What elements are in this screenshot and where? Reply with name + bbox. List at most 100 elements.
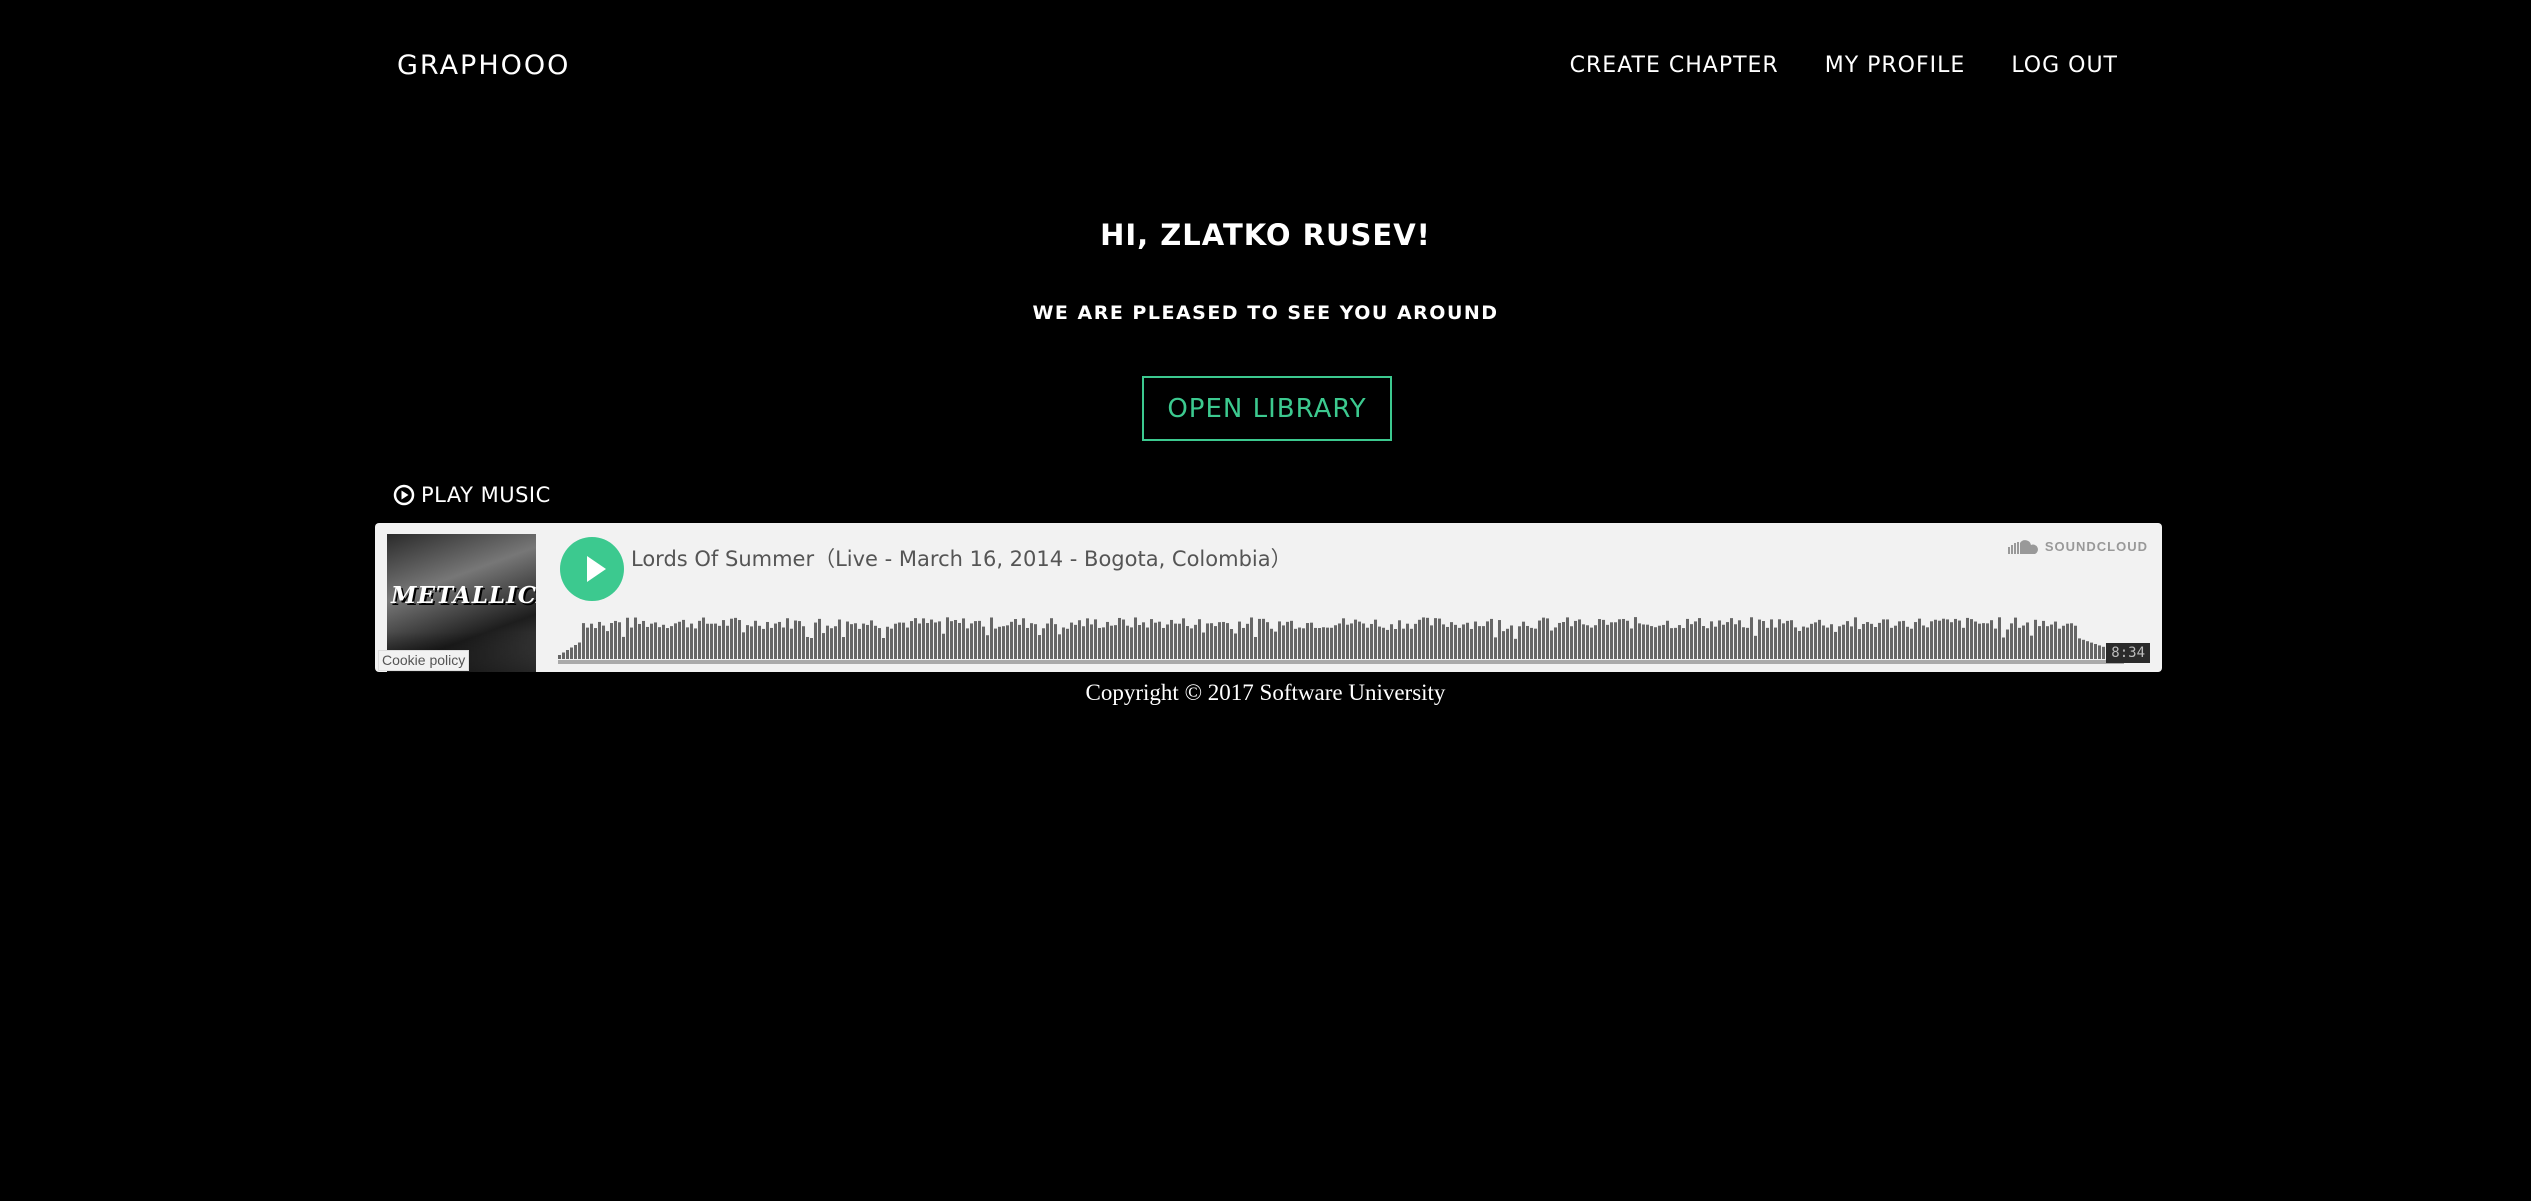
- greeting-heading: HI, ZLATKO RUSEV!: [1100, 218, 1431, 252]
- waveform-bar: [1154, 622, 1157, 659]
- waveform-bar: [882, 638, 885, 659]
- waveform-bar: [1862, 623, 1865, 659]
- waveform-bar: [1030, 623, 1033, 659]
- waveform-bar: [1066, 628, 1069, 659]
- waveform-bar: [1926, 627, 1929, 659]
- waveform-bar: [1698, 618, 1701, 659]
- waveform-bar: [642, 620, 645, 659]
- waveform-bar: [754, 620, 757, 659]
- track-title[interactable]: Lords Of Summer（Live - March 16, 2014 - …: [631, 543, 1292, 573]
- waveform-bar: [778, 621, 781, 659]
- waveform-bar: [1334, 625, 1337, 659]
- waveform-bar: [1254, 636, 1257, 659]
- play-icon: [587, 556, 606, 582]
- waveform-bar: [1070, 622, 1073, 659]
- play-button[interactable]: [560, 537, 624, 601]
- waveform-bar: [690, 623, 693, 659]
- waveform-bar: [1554, 627, 1557, 659]
- waveform-bar: [806, 636, 809, 659]
- waveform-bar: [1838, 626, 1841, 659]
- nav-my-profile[interactable]: MY PROFILE: [1825, 53, 1966, 78]
- waveform-bar: [2086, 641, 2089, 659]
- waveform-bar: [1490, 618, 1493, 659]
- waveform-bar: [1494, 637, 1497, 659]
- waveform-bar: [718, 625, 721, 659]
- waveform-bar: [1658, 625, 1661, 659]
- open-library-button[interactable]: OPEN LIBRARY: [1142, 376, 1392, 441]
- nav-create-chapter[interactable]: CREATE CHAPTER: [1570, 53, 1779, 78]
- waveform-bar: [1650, 626, 1653, 659]
- waveform-bar: [1594, 625, 1597, 659]
- waveform-bar: [1538, 620, 1541, 659]
- waveform-bar: [1122, 619, 1125, 659]
- brand-logo-link[interactable]: GRAPHOOO: [397, 50, 570, 81]
- waveform-bar: [1854, 617, 1857, 659]
- waveform-bar: [1798, 630, 1801, 659]
- waveform-bar: [1198, 619, 1201, 659]
- waveform-bar: [986, 635, 989, 659]
- waveform-bar: [2070, 623, 2073, 659]
- waveform-bar: [1290, 620, 1293, 659]
- waveform-bar: [650, 623, 653, 659]
- waveform-bar: [1834, 631, 1837, 659]
- soundcloud-logo[interactable]: SOUNDCLOUD: [2007, 539, 2148, 554]
- waveform-bar: [1346, 624, 1349, 659]
- waveform[interactable]: [558, 615, 2124, 665]
- waveform-bar: [758, 625, 761, 659]
- waveform-bar: [1278, 621, 1281, 659]
- waveform-bar: [670, 626, 673, 659]
- waveform-bar: [1586, 625, 1589, 659]
- waveform-bar: [1826, 627, 1829, 659]
- waveform-bar: [1354, 619, 1357, 659]
- waveform-bar: [1638, 623, 1641, 659]
- waveform-bar: [1214, 626, 1217, 659]
- play-circle-icon: [393, 484, 415, 506]
- waveform-bar: [1582, 624, 1585, 659]
- waveform-bar: [1550, 630, 1553, 659]
- page: GRAPHOOO CREATE CHAPTER MY PROFILE LOG O…: [0, 0, 2531, 1201]
- waveform-bar: [622, 636, 625, 659]
- waveform-bar: [1422, 617, 1425, 659]
- waveform-bar: [1966, 617, 1969, 659]
- waveform-bar: [874, 625, 877, 659]
- cookie-policy-link[interactable]: Cookie policy: [378, 650, 470, 671]
- waveform-bar: [1302, 628, 1305, 659]
- waveform-bar: [1058, 634, 1061, 659]
- waveform-bar: [1626, 620, 1629, 659]
- waveform-bar: [1314, 627, 1317, 659]
- nav-log-out[interactable]: LOG OUT: [2011, 53, 2118, 78]
- waveform-bar: [1810, 623, 1813, 659]
- waveform-bar: [1606, 624, 1609, 659]
- waveform-bar: [662, 624, 665, 659]
- waveform-bar: [610, 623, 613, 659]
- waveform-bar: [1274, 631, 1277, 659]
- play-music-label[interactable]: PLAY MUSIC: [393, 483, 551, 507]
- waveform-bar: [2098, 645, 2101, 659]
- waveform-bar: [1186, 626, 1189, 659]
- waveform-bar: [1498, 620, 1501, 659]
- waveform-bar: [586, 627, 589, 659]
- waveform-bar: [1514, 638, 1517, 659]
- waveform-bar: [1986, 623, 1989, 659]
- waveform-bar: [1814, 622, 1817, 659]
- waveform-bar: [2054, 621, 2057, 659]
- waveform-bar: [1454, 624, 1457, 659]
- waveform-bar: [562, 652, 565, 659]
- waveform-bar: [1762, 621, 1765, 659]
- waveform-bar: [2046, 626, 2049, 659]
- waveform-bar: [878, 628, 881, 659]
- waveform-bar: [1306, 623, 1309, 659]
- waveform-bar: [2050, 624, 2053, 659]
- waveform-bar: [2078, 638, 2081, 659]
- waveform-bar: [866, 624, 869, 659]
- waveform-bar: [1378, 626, 1381, 659]
- waveform-bar: [606, 631, 609, 659]
- waveform-bar: [1370, 623, 1373, 659]
- waveform-bar: [1922, 625, 1925, 659]
- soundcloud-cloud-icon: [2007, 539, 2038, 554]
- waveform-bar: [770, 627, 773, 659]
- waveform-bar: [818, 618, 821, 659]
- waveform-bar: [1790, 620, 1793, 659]
- footer-copyright: Copyright © 2017 Software University: [1085, 680, 1446, 705]
- waveform-bar: [1450, 622, 1453, 659]
